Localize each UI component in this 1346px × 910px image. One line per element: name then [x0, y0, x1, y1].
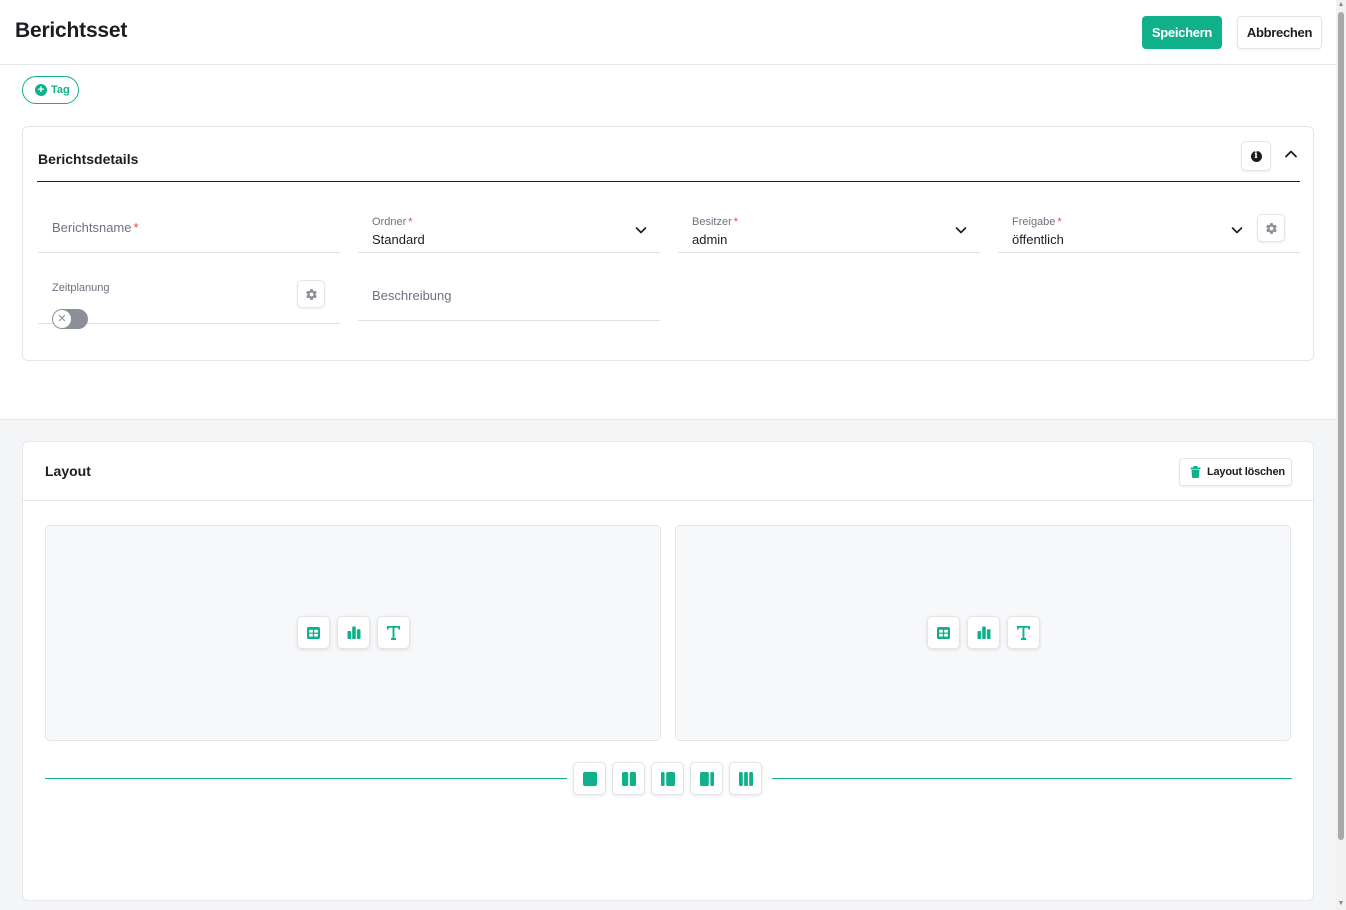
right-narrow-layout-button[interactable] [690, 762, 723, 795]
share-select[interactable]: Freigabe * öffentlich [998, 205, 1300, 253]
owner-label: Besitzer [692, 216, 732, 228]
vertical-scrollbar[interactable]: ▲ ▼ [1336, 0, 1346, 910]
two-column-button[interactable] [612, 762, 645, 795]
schedule-label: Zeitplanung [52, 282, 110, 294]
gear-icon [305, 288, 317, 300]
info-button[interactable]: i [1241, 141, 1271, 171]
add-table-button[interactable] [927, 616, 960, 649]
details-divider [37, 181, 1300, 182]
gear-icon [1265, 222, 1277, 234]
owner-select[interactable]: Besitzer * admin [678, 205, 980, 253]
close-icon: ✕ [53, 310, 71, 328]
clear-layout-button[interactable]: Layout löschen [1179, 458, 1292, 486]
one-column-button[interactable] [573, 762, 606, 795]
clear-layout-label: Layout löschen [1207, 466, 1285, 478]
layout-card: Layout Layout löschen [22, 441, 1314, 901]
layout-slot[interactable] [675, 525, 1291, 741]
report-name-field[interactable]: Berichtsname * [38, 205, 340, 253]
add-chart-button[interactable] [967, 616, 1000, 649]
add-tag-label: Tag [51, 84, 70, 96]
layout-header: Layout Layout löschen [23, 442, 1313, 501]
description-placeholder: Beschreibung [372, 288, 452, 303]
three-column-button[interactable] [729, 762, 762, 795]
scroll-down-icon[interactable]: ▼ [1337, 900, 1345, 908]
plus-circle-icon: + [35, 84, 47, 96]
layout-slot[interactable] [45, 525, 661, 741]
folder-select[interactable]: Ordner * Standard [358, 205, 660, 253]
share-value: öffentlich [1012, 232, 1064, 247]
required-marker: * [133, 220, 139, 235]
schedule-field: Zeitplanung ✕ [38, 271, 340, 329]
left-narrow-icon [660, 771, 675, 786]
table-icon [307, 626, 320, 639]
add-tag-button[interactable]: + Tag [22, 76, 79, 104]
chevron-down-icon [1231, 227, 1243, 234]
page-title: Berichtsset [15, 19, 128, 42]
share-label: Freigabe [1012, 216, 1056, 228]
scroll-up-icon[interactable]: ▲ [1337, 1, 1345, 9]
report-details-card: Berichtsdetails i Berichtsname * Ordner * … [22, 126, 1314, 361]
save-button[interactable]: Speichern [1142, 16, 1222, 49]
trash-icon [1190, 466, 1201, 478]
schedule-toggle[interactable]: ✕ [52, 309, 88, 329]
text-icon [387, 625, 400, 640]
right-narrow-icon [699, 771, 714, 786]
folder-label: Ordner [372, 216, 407, 228]
bar-chart-icon [347, 626, 360, 639]
add-chart-button[interactable] [337, 616, 370, 649]
layout-divider-left [45, 778, 567, 779]
layout-divider-right [772, 778, 1292, 779]
left-narrow-layout-button[interactable] [651, 762, 684, 795]
add-text-button[interactable] [377, 616, 410, 649]
folder-value: Standard [372, 232, 425, 247]
three-column-icon [738, 771, 753, 786]
collapse-button[interactable] [1281, 144, 1301, 164]
column-layout-picker [573, 762, 762, 795]
details-title: Berichtsdetails [38, 151, 139, 167]
chevron-down-icon [635, 227, 647, 234]
bar-chart-icon [977, 626, 990, 639]
info-icon: i [1250, 150, 1262, 162]
text-icon [1017, 625, 1030, 640]
description-field[interactable]: Beschreibung [358, 273, 660, 321]
table-icon [937, 626, 950, 639]
required-marker: * [733, 216, 739, 228]
two-column-icon [621, 771, 636, 786]
owner-value: admin [692, 232, 728, 247]
one-column-icon [582, 771, 597, 786]
required-marker: * [408, 216, 413, 228]
add-table-button[interactable] [297, 616, 330, 649]
required-marker: * [1057, 216, 1062, 228]
share-settings-button[interactable] [1257, 214, 1285, 242]
top-bar: Berichtsset Speichern Abbrechen [0, 0, 1336, 65]
report-name-placeholder: Berichtsname [52, 220, 132, 235]
layout-title: Layout [45, 463, 91, 479]
scrollbar-thumb[interactable] [1338, 12, 1344, 840]
chevron-down-icon [955, 227, 967, 234]
chevron-up-icon [1285, 150, 1297, 158]
schedule-settings-button[interactable] [297, 280, 325, 308]
add-text-button[interactable] [1007, 616, 1040, 649]
cancel-button[interactable]: Abbrechen [1237, 16, 1322, 49]
